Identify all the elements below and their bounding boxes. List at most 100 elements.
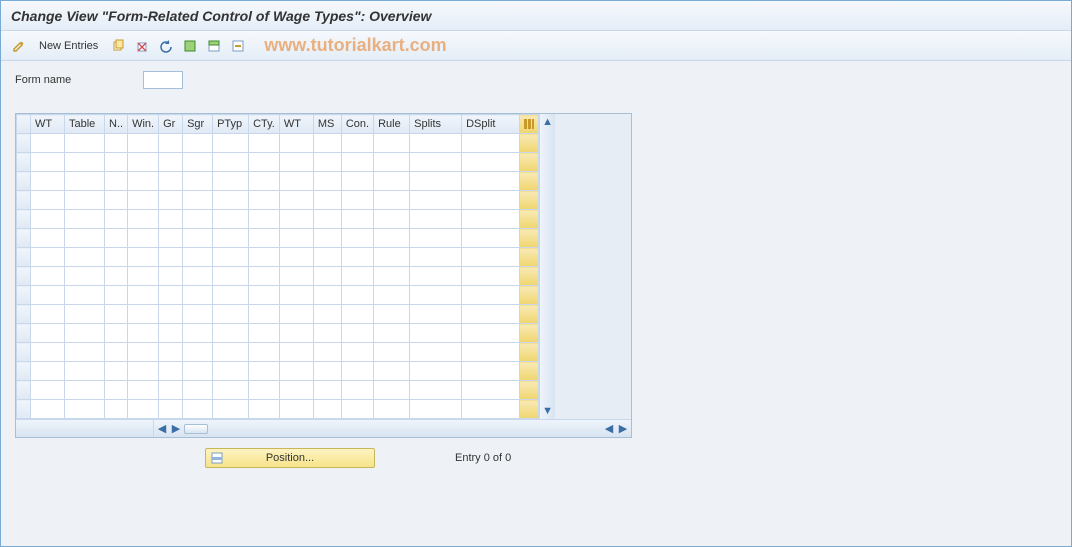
cell[interactable] (279, 362, 313, 381)
cell[interactable] (374, 267, 410, 286)
cell[interactable] (279, 172, 313, 191)
cell[interactable] (159, 267, 183, 286)
cell[interactable] (410, 248, 462, 267)
cell[interactable] (313, 248, 341, 267)
cell[interactable] (279, 400, 313, 419)
cell[interactable] (31, 267, 65, 286)
cell[interactable] (31, 191, 65, 210)
cell[interactable] (105, 400, 128, 419)
table-row[interactable] (17, 286, 539, 305)
row-selector[interactable] (17, 229, 31, 248)
col-con[interactable]: Con. (341, 115, 373, 134)
cell[interactable] (128, 286, 159, 305)
cell[interactable] (65, 229, 105, 248)
scroll-down-icon[interactable]: ▼ (542, 405, 554, 417)
cell[interactable] (159, 248, 183, 267)
cell[interactable] (183, 134, 213, 153)
cell[interactable] (410, 400, 462, 419)
cell[interactable] (313, 286, 341, 305)
cell[interactable] (183, 286, 213, 305)
cell[interactable] (128, 153, 159, 172)
cell[interactable] (105, 172, 128, 191)
cell[interactable] (462, 343, 520, 362)
cell[interactable] (341, 362, 373, 381)
cell[interactable] (159, 229, 183, 248)
scroll-left-icon[interactable]: ◀ (156, 423, 168, 435)
cell[interactable] (341, 286, 373, 305)
cell[interactable] (65, 267, 105, 286)
row-selector[interactable] (17, 153, 31, 172)
row-selector[interactable] (17, 362, 31, 381)
cell[interactable] (105, 381, 128, 400)
cell[interactable] (341, 305, 373, 324)
row-selector[interactable] (17, 134, 31, 153)
cell[interactable] (374, 191, 410, 210)
cell[interactable] (279, 324, 313, 343)
col-gr[interactable]: Gr (159, 115, 183, 134)
cell[interactable] (341, 172, 373, 191)
row-selector[interactable] (17, 305, 31, 324)
table-row[interactable] (17, 248, 539, 267)
col-dsplit[interactable]: DSplit (462, 115, 520, 134)
cell[interactable] (249, 229, 280, 248)
cell[interactable] (31, 210, 65, 229)
cell[interactable] (313, 229, 341, 248)
cell[interactable] (159, 153, 183, 172)
cell[interactable] (249, 400, 280, 419)
cell[interactable] (279, 381, 313, 400)
cell[interactable] (279, 286, 313, 305)
cell[interactable] (213, 134, 249, 153)
cell[interactable] (313, 305, 341, 324)
cell[interactable] (183, 172, 213, 191)
scroll-track[interactable] (540, 128, 555, 405)
cell[interactable] (341, 343, 373, 362)
cell[interactable] (183, 229, 213, 248)
cell[interactable] (341, 229, 373, 248)
cell[interactable] (249, 381, 280, 400)
cell[interactable] (462, 229, 520, 248)
cell[interactable] (65, 305, 105, 324)
scroll-up-icon[interactable]: ▲ (542, 116, 554, 128)
cell[interactable] (410, 324, 462, 343)
cell[interactable] (128, 305, 159, 324)
cell[interactable] (183, 248, 213, 267)
cell[interactable] (341, 191, 373, 210)
table-row[interactable] (17, 305, 539, 324)
table-row[interactable] (17, 400, 539, 419)
cell[interactable] (374, 400, 410, 419)
delete-icon[interactable] (132, 36, 152, 56)
cell[interactable] (31, 343, 65, 362)
cell[interactable] (462, 134, 520, 153)
cell[interactable] (249, 172, 280, 191)
cell[interactable] (249, 362, 280, 381)
cell[interactable] (462, 248, 520, 267)
cell[interactable] (183, 305, 213, 324)
cell[interactable] (410, 229, 462, 248)
row-selector[interactable] (17, 324, 31, 343)
cell[interactable] (462, 381, 520, 400)
cell[interactable] (249, 324, 280, 343)
cell[interactable] (128, 267, 159, 286)
cell[interactable] (249, 191, 280, 210)
cell[interactable] (462, 210, 520, 229)
col-cty[interactable]: CTy. (249, 115, 280, 134)
cell[interactable] (249, 248, 280, 267)
cell[interactable] (183, 191, 213, 210)
cell[interactable] (128, 248, 159, 267)
cell[interactable] (462, 153, 520, 172)
col-win[interactable]: Win. (128, 115, 159, 134)
cell[interactable] (105, 210, 128, 229)
cell[interactable] (183, 343, 213, 362)
table-row[interactable] (17, 229, 539, 248)
cell[interactable] (183, 153, 213, 172)
col-splits[interactable]: Splits (410, 115, 462, 134)
cell[interactable] (462, 267, 520, 286)
cell[interactable] (213, 286, 249, 305)
cell[interactable] (213, 248, 249, 267)
configure-columns-icon[interactable] (520, 115, 539, 134)
cell[interactable] (313, 153, 341, 172)
row-selector[interactable] (17, 267, 31, 286)
cell[interactable] (341, 324, 373, 343)
horizontal-scrollbar-left[interactable]: ◀ ▶ (154, 420, 591, 437)
cell[interactable] (183, 210, 213, 229)
